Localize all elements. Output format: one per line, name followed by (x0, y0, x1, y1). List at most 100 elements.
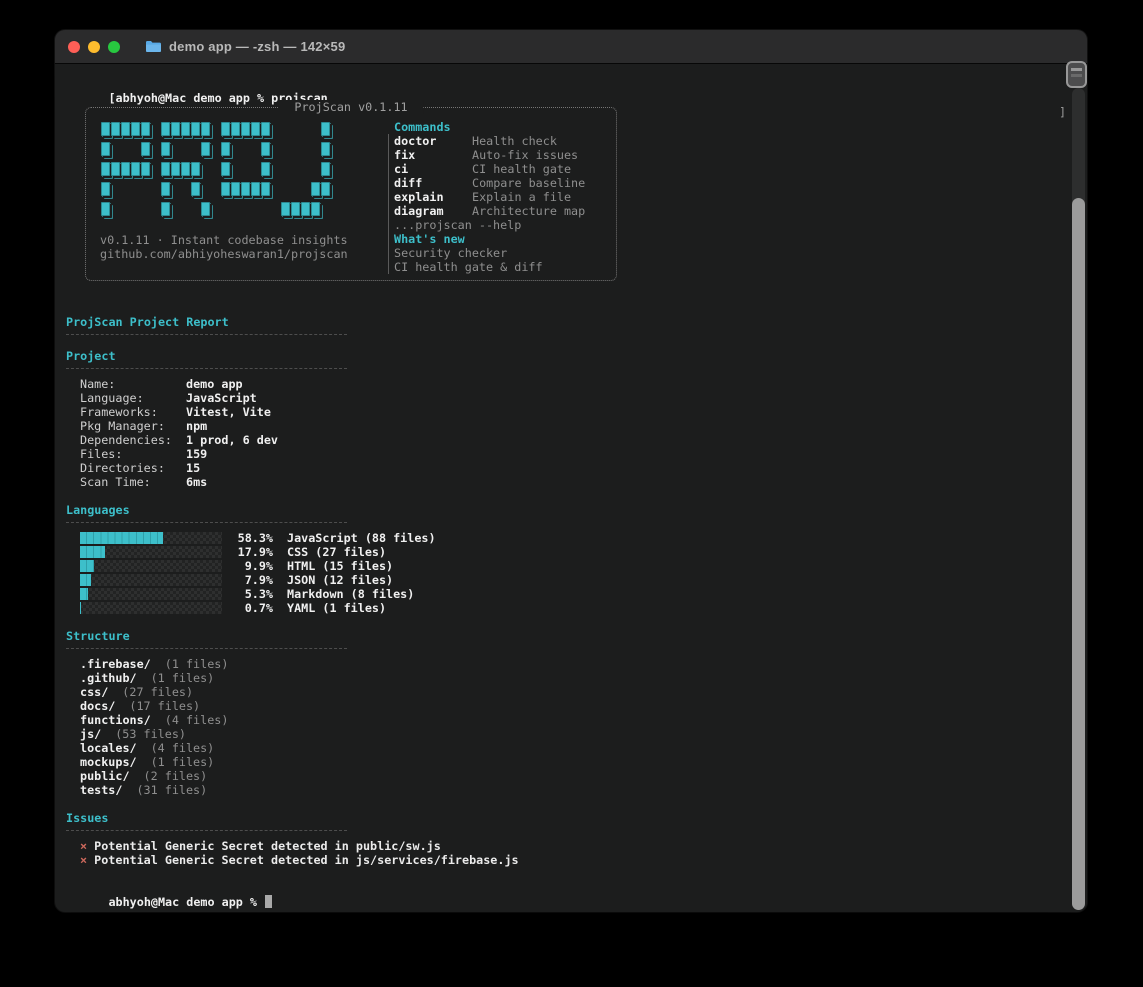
project-value: JavaScript (186, 391, 257, 405)
banner-box-title: ProjScan v0.1.11 (278, 100, 423, 114)
dir-name: docs/ (80, 699, 115, 713)
issues-section-header: Issues (66, 811, 1087, 825)
project-table: Name:demo app Language:JavaScript Framew… (80, 377, 1087, 489)
project-value: 159 (186, 447, 207, 461)
command-desc: Health check (472, 134, 557, 148)
section-divider (66, 334, 347, 335)
file-count: (17 files) (129, 699, 200, 713)
language-row: 58.3% JavaScript (88 files) (80, 531, 1087, 545)
close-button[interactable] (68, 41, 80, 53)
logo-tagline: v0.1.11 · Instant codebase insights (100, 233, 388, 247)
dir-name: tests/ (80, 783, 122, 797)
language-pct: 5.3% (230, 587, 273, 601)
project-label: Frameworks: (80, 405, 186, 419)
project-row: Dependencies:1 prod, 6 dev (80, 433, 1087, 447)
terminal-content[interactable]: [abhyoh@Mac demo app % projscan ] ProjSc… (55, 64, 1087, 912)
minimize-button[interactable] (88, 41, 100, 53)
command-desc: CI health gate (472, 162, 571, 176)
file-count: (4 files) (165, 713, 229, 727)
language-bar (80, 588, 222, 600)
project-label: Language: (80, 391, 186, 405)
language-bar (80, 532, 222, 544)
structure-row: js/ (53 files) (80, 727, 1087, 741)
project-row: Pkg Manager:npm (80, 419, 1087, 433)
language-label: CSS (27 files) (287, 545, 386, 559)
command-desc: Auto-fix issues (472, 148, 578, 162)
language-label: Markdown (8 files) (287, 587, 414, 601)
project-label: Scan Time: (80, 475, 186, 489)
issue-row: × Potential Generic Secret detected in p… (80, 839, 1087, 853)
language-row: 17.9% CSS (27 files) (80, 545, 1087, 559)
report-title: ProjScan Project Report (66, 315, 1087, 329)
scrollbar-thumb[interactable] (1072, 198, 1085, 910)
language-label: HTML (15 files) (287, 559, 393, 573)
structure-row: locales/(4 files) (80, 741, 1087, 755)
command-row: diffCompare baseline (394, 176, 585, 190)
commands-header: Commands (394, 120, 585, 134)
structure-row: tests/(31 files) (80, 783, 1087, 797)
project-row: Directories:15 (80, 461, 1087, 475)
logo-repo-link: github.com/abhiyoheswaran1/projscan (100, 247, 388, 261)
line-end-bracket: ] (1059, 105, 1066, 119)
commands-list: doctorHealth check fixAuto-fix issues ci… (388, 134, 585, 274)
language-row: 9.9%HTML (15 files) (80, 559, 1087, 573)
terminal-window: demo app — -zsh — 142×59 [abhyoh@Mac dem… (55, 30, 1087, 912)
scrollbar-mark-icon[interactable] (1066, 61, 1087, 88)
language-pct: 0.7% (230, 601, 273, 615)
project-label: Directories: (80, 461, 186, 475)
structure-row: .github/(1 files) (80, 671, 1087, 685)
language-bar-fill (80, 546, 105, 558)
dir-name: js/ (80, 727, 101, 741)
structure-list: .firebase/(1 files) .github/(1 files) cs… (80, 657, 1087, 797)
help-hint: ...projscan --help (394, 218, 585, 232)
language-pct: 58.3% (230, 531, 273, 545)
zoom-button[interactable] (108, 41, 120, 53)
structure-row: docs/ (17 files) (80, 699, 1087, 713)
language-row: 7.9%JSON (12 files) (80, 573, 1087, 587)
language-label: JavaScript (88 files) (287, 531, 436, 545)
language-pct: 7.9% (230, 573, 273, 587)
language-bar (80, 546, 222, 558)
issue-text: Potential Generic Secret detected in js/… (94, 853, 518, 867)
file-count: (1 files) (151, 755, 215, 769)
structure-section-header: Structure (66, 629, 1087, 643)
languages-chart: 58.3% JavaScript (88 files) 17.9% CSS (27 … (66, 531, 1087, 615)
structure-row: css/(27 files) (80, 685, 1087, 699)
banner-left-column: v0.1.11 · Instant codebase insights gith… (100, 120, 388, 280)
proj-logo (101, 122, 388, 216)
command-name: diff (394, 176, 472, 190)
file-count: (53 files) (115, 727, 186, 741)
command-row: fixAuto-fix issues (394, 148, 585, 162)
dir-name: locales/ (80, 741, 137, 755)
project-value: 6ms (186, 475, 207, 489)
language-row: 5.3% Markdown (8 files) (80, 587, 1087, 601)
languages-section-header: Languages (66, 503, 1087, 517)
project-value: 15 (186, 461, 200, 475)
titlebar[interactable]: demo app — -zsh — 142×59 (55, 30, 1087, 64)
language-bar-fill (80, 574, 91, 586)
project-value: Vitest, Vite (186, 405, 271, 419)
project-row: Frameworks:Vitest, Vite (80, 405, 1087, 419)
project-row: Name:demo app (80, 377, 1087, 391)
issues-list: × Potential Generic Secret detected in p… (80, 839, 1087, 867)
command-name: explain (394, 190, 472, 204)
project-label: Dependencies: (80, 433, 186, 447)
issue-row: × Potential Generic Secret detected in j… (80, 853, 1087, 867)
project-row: Language:JavaScript (80, 391, 1087, 405)
command-name: diagram (394, 204, 472, 218)
prompt-end-line[interactable]: abhyoh@Mac demo app % (66, 881, 1087, 895)
command-name: fix (394, 148, 472, 162)
language-pct: 17.9% (230, 545, 273, 559)
language-bar-fill (80, 602, 81, 614)
dir-name: .firebase/ (80, 657, 151, 671)
language-row: 0.7%YAML (1 files) (80, 601, 1087, 615)
project-label: Name: (80, 377, 186, 391)
dir-name: public/ (80, 769, 130, 783)
language-bar-fill (80, 532, 163, 544)
command-row: explainExplain a file (394, 190, 585, 204)
section-divider (66, 648, 347, 649)
file-count: (1 files) (151, 671, 215, 685)
language-bar (80, 560, 222, 572)
structure-row: public/(2 files) (80, 769, 1087, 783)
project-value: 1 prod, 6 dev (186, 433, 278, 447)
